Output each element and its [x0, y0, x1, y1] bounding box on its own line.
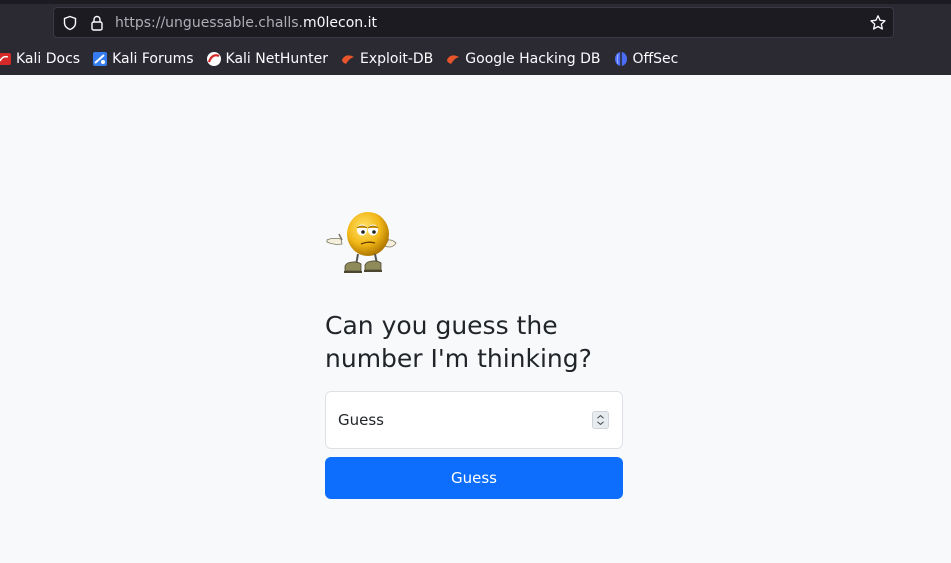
- bookmark-label: OffSec: [632, 51, 679, 67]
- bookmark-label: Google Hacking DB: [465, 51, 601, 67]
- url-host: m0lecon.it: [302, 15, 377, 31]
- bookmark-label: Kali NetHunter: [225, 51, 328, 67]
- tab-strip-edge: [0, 0, 951, 4]
- bookmark-label: Kali Forums: [112, 51, 194, 67]
- bookmark-exploit-db[interactable]: Exploit-DB: [340, 47, 433, 71]
- bookmark-offsec[interactable]: OffSec: [613, 47, 679, 71]
- bookmark-kali-docs[interactable]: Kali Docs: [0, 47, 80, 71]
- guess-button[interactable]: Guess: [325, 457, 623, 499]
- bookmark-label: Kali Docs: [16, 51, 81, 67]
- guess-input-wrapper[interactable]: [325, 391, 623, 449]
- kali-docs-icon: [0, 53, 11, 65]
- lock-icon[interactable]: [89, 14, 105, 32]
- bookmarks-toolbar: Kali Docs Kali Forums Kali NetHunter Exp…: [0, 46, 951, 72]
- url-prefix: https://unguessable.challs.: [115, 15, 303, 31]
- guess-input[interactable]: [326, 392, 622, 448]
- ghdb-icon: [447, 55, 460, 64]
- number-spinner-icon[interactable]: [592, 411, 609, 429]
- kali-forums-icon: [93, 52, 108, 66]
- url-bar[interactable]: https://unguessable.challs.m0lecon.it: [53, 7, 894, 38]
- page-heading: Can you guess the number I'm thinking?: [325, 311, 592, 373]
- bookmark-kali-forums[interactable]: Kali Forums: [92, 47, 194, 71]
- thinking-smiley-emoji: [326, 212, 397, 273]
- bookmark-star-icon[interactable]: [869, 14, 887, 32]
- browser-chrome: https://unguessable.challs.m0lecon.it Ka…: [0, 0, 951, 75]
- shield-icon[interactable]: [62, 15, 78, 31]
- bookmark-google-hacking-db[interactable]: Google Hacking DB: [445, 47, 601, 71]
- exploit-db-icon: [341, 55, 354, 64]
- bookmark-kali-nethunter[interactable]: Kali NetHunter: [206, 47, 328, 71]
- offsec-icon: [614, 52, 627, 66]
- bookmark-label: Exploit-DB: [359, 51, 434, 67]
- url-text[interactable]: https://unguessable.challs.m0lecon.it: [115, 14, 377, 32]
- kali-nethunter-icon: [206, 52, 221, 66]
